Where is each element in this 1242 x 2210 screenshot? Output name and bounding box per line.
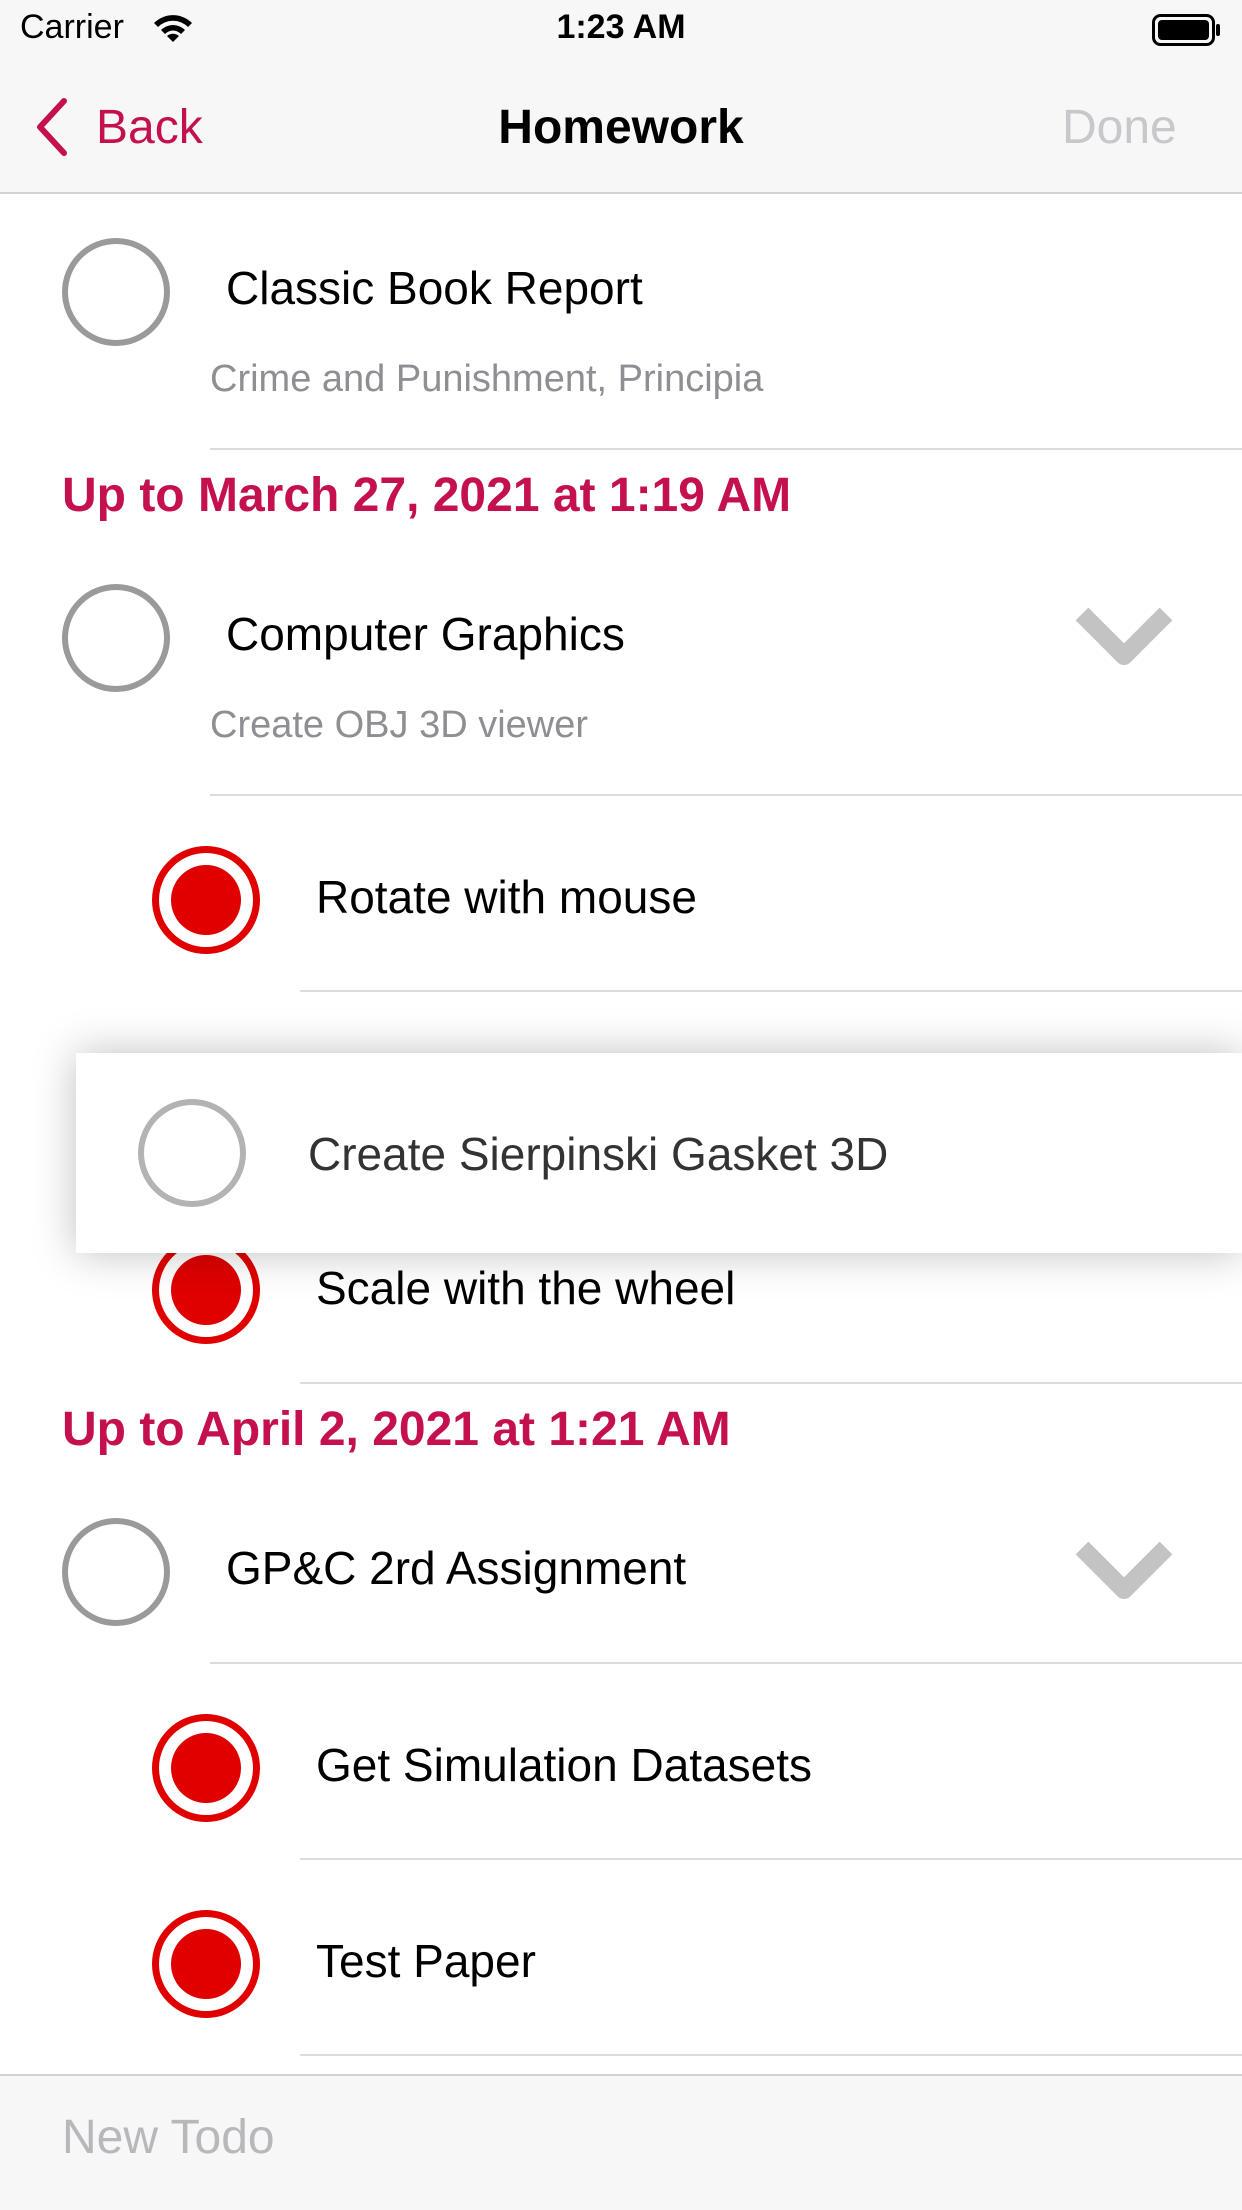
item-title: Get Simulation Datasets (316, 1739, 813, 1791)
item-title: Scale with the wheel (316, 1262, 736, 1314)
new-todo-input[interactable] (62, 2110, 1162, 2165)
item-title: Classic Book Report (226, 262, 643, 314)
row-separator (300, 1858, 1242, 1860)
completion-toggle[interactable] (62, 238, 170, 346)
item-title: GP&C 2rd Assignment (226, 1542, 687, 1594)
chevron-down-icon[interactable] (1072, 604, 1176, 674)
item-title: Rotate with mouse (316, 871, 697, 923)
completion-toggle[interactable] (152, 846, 260, 954)
section-header-date: Up to April 2, 2021 at 1:21 AM (62, 1403, 731, 1456)
battery-icon (1152, 14, 1220, 46)
row-separator (210, 1662, 1242, 1664)
row-separator (300, 1382, 1242, 1384)
completion-toggle[interactable] (62, 1518, 170, 1626)
section-header-date: Up to March 27, 2021 at 1:19 AM (62, 469, 792, 522)
dragging-row[interactable]: Create Sierpinski Gasket 3D (76, 1053, 1242, 1253)
chevron-down-icon[interactable] (1072, 1538, 1176, 1608)
row-separator (210, 448, 1242, 450)
clock: 1:23 AM (556, 8, 686, 46)
new-todo-bar (0, 2074, 1242, 2210)
item-subtitle: Crime and Punishment, Principia (210, 358, 764, 400)
row-separator (300, 2054, 1242, 2056)
completion-toggle[interactable] (152, 1714, 260, 1822)
item-subtitle: Create OBJ 3D viewer (210, 704, 589, 746)
completion-toggle[interactable] (152, 1910, 260, 2018)
item-title: Test Paper (316, 1935, 536, 1987)
status-bar: Carrier 1:23 AM (0, 0, 1242, 62)
item-title: Create Sierpinski Gasket 3D (308, 1128, 889, 1180)
row-separator (210, 794, 1242, 796)
item-title: Computer Graphics (226, 608, 625, 660)
row-separator (300, 990, 1242, 992)
navigation-bar: Back Homework Done (0, 62, 1242, 194)
completion-toggle[interactable] (62, 584, 170, 692)
completion-toggle[interactable] (138, 1099, 246, 1207)
done-button[interactable]: Done (1062, 100, 1177, 155)
page-title: Homework (498, 101, 744, 154)
